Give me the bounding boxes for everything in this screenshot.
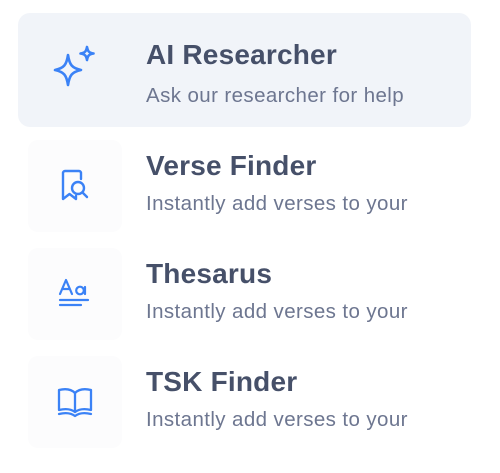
menu-item-title: AI Researcher xyxy=(146,39,337,70)
icon-container xyxy=(28,356,122,448)
sparkles-icon xyxy=(47,41,103,97)
text-format-icon xyxy=(55,274,95,314)
menu-item-verse-finder[interactable]: Verse Finder Instantly add verses to you… xyxy=(18,136,471,244)
menu-item-subtitle: Ask our researcher for help xyxy=(146,84,405,107)
icon-container xyxy=(28,248,122,340)
menu-item-subtitle: Instantly add verses to your xyxy=(146,408,408,431)
menu-item-title: TSK Finder xyxy=(146,366,298,397)
menu-item-thesarus[interactable]: Thesarus Instantly add verses to your xyxy=(18,244,471,352)
open-book-icon xyxy=(54,381,96,423)
icon-container xyxy=(28,23,122,115)
menu-item-ai-researcher[interactable]: AI Researcher Ask our researcher for hel… xyxy=(18,13,471,127)
book-search-icon xyxy=(55,166,95,206)
menu-item-tsk-finder[interactable]: TSK Finder Instantly add verses to your xyxy=(18,352,471,460)
menu-item-subtitle: Instantly add verses to your xyxy=(146,300,408,323)
menu-item-subtitle: Instantly add verses to your xyxy=(146,192,408,215)
menu-item-title: Thesarus xyxy=(146,258,273,289)
icon-container xyxy=(28,140,122,232)
tools-menu: AI Researcher Ask our researcher for hel… xyxy=(0,0,500,473)
menu-item-title: Verse Finder xyxy=(146,150,317,181)
